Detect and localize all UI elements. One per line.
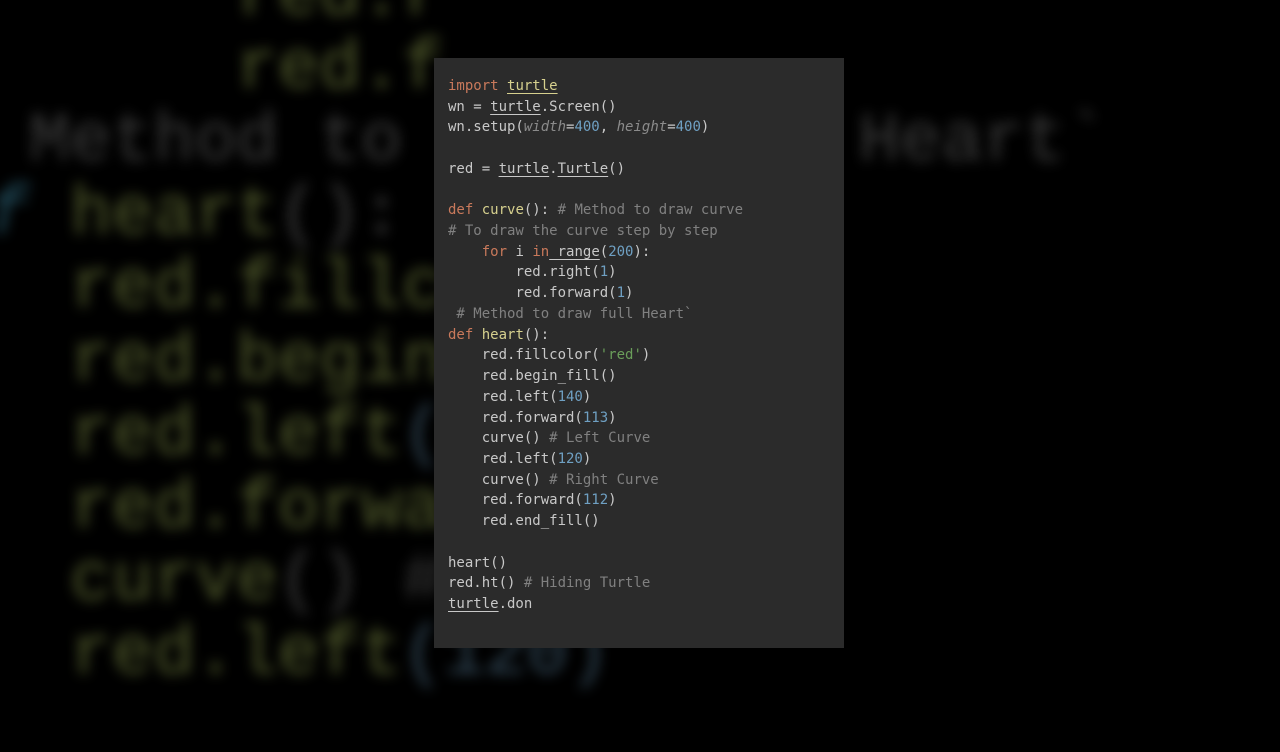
func-heart: heart bbox=[473, 327, 524, 343]
bg-keyword-def: def bbox=[0, 177, 29, 255]
keyword-for: for bbox=[482, 244, 507, 260]
keyword-in: in bbox=[532, 244, 549, 260]
string-literal: 'red' bbox=[600, 347, 642, 363]
module-turtle: turtle bbox=[507, 78, 558, 94]
keyword-def: def bbox=[448, 202, 473, 218]
keyword-import: import bbox=[448, 78, 499, 94]
code-editor-panel[interactable]: import turtle wn = turtle.Screen() wn.se… bbox=[434, 58, 844, 648]
func-curve: curve bbox=[473, 202, 524, 218]
comment: # Right Curve bbox=[549, 472, 659, 488]
comment: # Method to draw curve bbox=[558, 202, 743, 218]
code-block: import turtle wn = turtle.Screen() wn.se… bbox=[448, 76, 830, 615]
keyword-def: def bbox=[448, 327, 473, 343]
comment: # Method to draw full Heart` bbox=[448, 306, 692, 322]
comment: # Hiding Turtle bbox=[524, 575, 650, 591]
comment: # To draw the curve step by step bbox=[448, 223, 718, 239]
comment: # Left Curve bbox=[549, 430, 650, 446]
